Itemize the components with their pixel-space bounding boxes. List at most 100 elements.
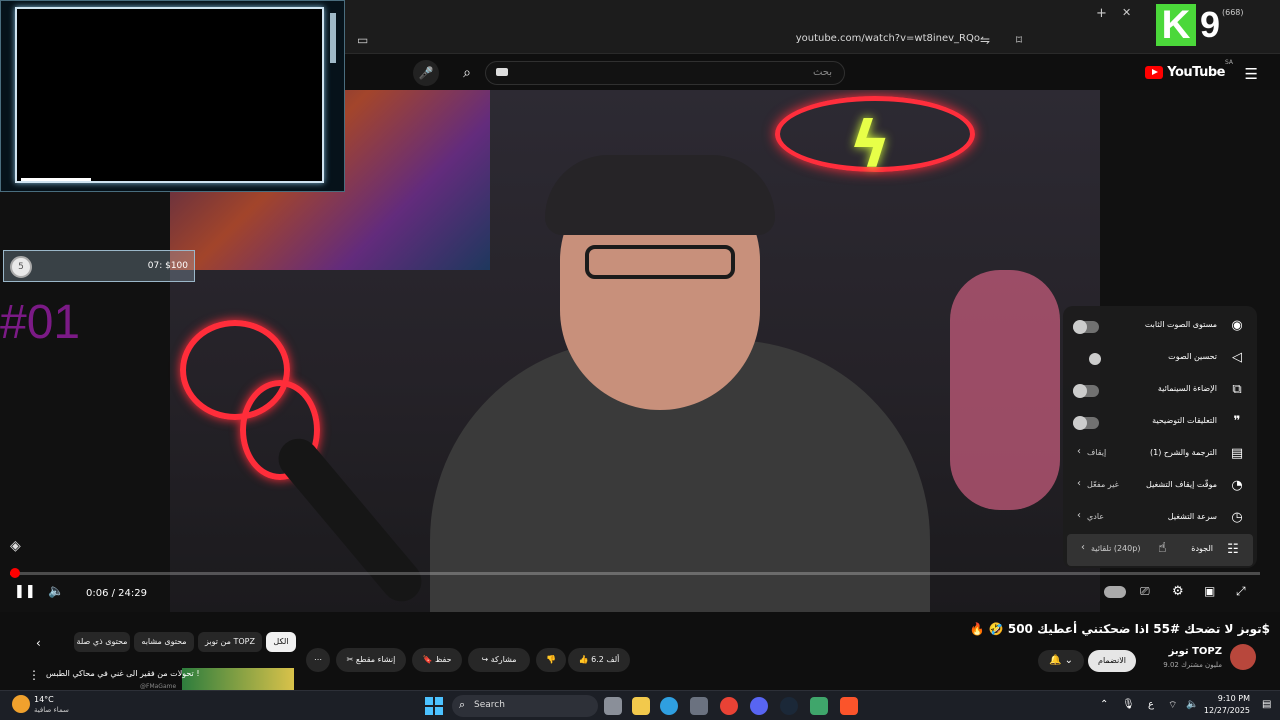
episode-tag: #01 xyxy=(0,296,81,349)
overlay-scroll-decoration xyxy=(330,13,336,63)
mouse-cursor-icon: ☝ xyxy=(1158,540,1167,556)
voice-search-button[interactable]: 🎤 xyxy=(413,60,439,86)
fullscreen-icon[interactable]: ⤢ xyxy=(1236,584,1246,599)
search-placeholder: بحث xyxy=(812,67,832,78)
chevron-left-icon[interactable]: ‹ xyxy=(36,636,41,650)
task-view-icon[interactable] xyxy=(604,697,622,715)
channel-name[interactable]: توبز TOPZ xyxy=(1169,646,1222,657)
address-bar[interactable]: ▭ youtube.com/watch?v=wt8inev_RQo ⇋ ⌑ xyxy=(345,28,1280,54)
notifications-icon[interactable]: ▤ xyxy=(1262,699,1271,710)
recommendation-channel[interactable]: @FMaGame xyxy=(140,683,176,690)
steam-icon[interactable] xyxy=(780,697,798,715)
close-tab-icon[interactable]: ✕ xyxy=(1122,6,1131,19)
setting-subtitles[interactable]: ▤ الترجمة والشرح (1) ‹ إيقاف xyxy=(1063,438,1257,470)
keyboard-icon[interactable] xyxy=(496,68,508,76)
store-icon[interactable] xyxy=(690,697,708,715)
chip-all[interactable]: الكل xyxy=(266,632,296,652)
search-input[interactable]: بحث xyxy=(485,61,845,85)
k9-logo-9: 9 xyxy=(1200,4,1221,45)
setting-sleep-timer[interactable]: ◔ موقّت إيقاف التشغيل ‹ غير مفعّل xyxy=(1063,470,1257,502)
stable-volume-toggle[interactable] xyxy=(1073,320,1099,334)
theater-mode-icon[interactable]: ▣ xyxy=(1204,584,1215,598)
share-icon: ↪ xyxy=(481,655,491,664)
weather-icon[interactable] xyxy=(12,695,30,713)
setting-ambient-mode[interactable]: ⧉ الإضاءة السينمائية xyxy=(1063,374,1257,406)
progress-scrubber[interactable] xyxy=(10,568,20,578)
search-button[interactable]: ⌕ xyxy=(455,61,479,85)
windows-logo-tile xyxy=(425,697,433,705)
notification-bell-button[interactable]: 🔔 ⌄ xyxy=(1038,650,1084,672)
setting-label: الإضاءة السينمائية xyxy=(1157,384,1217,393)
new-tab-icon[interactable]: + xyxy=(1096,6,1107,21)
join-button[interactable]: الانضمام xyxy=(1088,650,1136,672)
pink-figure xyxy=(950,270,1060,510)
screen-cast-icon[interactable]: ▭ xyxy=(357,33,368,47)
volume-icon[interactable]: 🔈 xyxy=(48,584,64,599)
chip-related[interactable]: محتوى ذي صلة xyxy=(74,632,130,652)
show-hidden-icons[interactable]: ⌃ xyxy=(1100,699,1108,710)
taskbar-search[interactable]: ⌕ Search xyxy=(452,695,598,717)
menu-icon[interactable]: ☰ xyxy=(1245,65,1258,83)
setting-playback-speed[interactable]: ◷ سرعة التشغيل ‹ عادي xyxy=(1063,502,1257,534)
chip-from-channel[interactable]: من توبز TOPZ xyxy=(198,632,262,652)
taskbar-date[interactable]: 12/27/2025 xyxy=(1200,706,1250,715)
edge-icon[interactable] xyxy=(660,697,678,715)
person-cap xyxy=(545,155,775,235)
taskbar-time[interactable]: 9:10 PM xyxy=(1210,694,1250,703)
input-language[interactable]: ع xyxy=(1148,699,1154,710)
setting-value: إيقاف xyxy=(1087,448,1107,457)
weather-temperature[interactable]: 14°C xyxy=(34,695,54,704)
stream-goal-overlay: 5 07: $100 xyxy=(3,250,195,282)
start-button[interactable] xyxy=(425,697,443,715)
more-actions-button[interactable]: ⋯ xyxy=(306,648,330,672)
url-text[interactable]: youtube.com/watch?v=wt8inev_RQo xyxy=(796,33,980,44)
pause-icon[interactable]: ❚❚ xyxy=(14,584,36,599)
search-icon: ⌕ xyxy=(463,65,471,81)
bookmark-icon[interactable]: ⌑ xyxy=(1016,33,1022,47)
ambient-mode-toggle[interactable] xyxy=(1073,384,1099,398)
discord-icon[interactable] xyxy=(750,697,768,715)
weather-description[interactable]: سماء صافية xyxy=(34,706,69,714)
chrome-icon[interactable] xyxy=(720,697,738,715)
chip-similar[interactable]: محتوى مشابه xyxy=(134,632,194,652)
more-options-icon[interactable]: ⋮ xyxy=(28,668,40,682)
setting-annotations[interactable]: ❞ التعليقات التوضيحية xyxy=(1063,406,1257,438)
like-icon: 👍 xyxy=(578,655,592,664)
progress-bar[interactable] xyxy=(10,568,1260,578)
volume-tray-icon[interactable]: 🔈 xyxy=(1186,699,1198,710)
setting-stable-volume[interactable]: ◉ مستوى الصوت الثابت xyxy=(1063,310,1257,342)
autoplay-toggle[interactable] xyxy=(1104,586,1126,598)
subtitles-icon[interactable]: ⎚ xyxy=(1140,584,1150,599)
setting-label: الترجمة والشرح (1) xyxy=(1149,448,1217,457)
site-settings-icon[interactable]: ⇋ xyxy=(980,33,990,47)
youtube-logo[interactable]: YouTube SA xyxy=(1145,59,1233,80)
microphone-tray-icon[interactable]: 🎙 xyxy=(1122,699,1135,710)
voice-boost-toggle[interactable] xyxy=(1073,353,1101,365)
setting-label: مستوى الصوت الثابت xyxy=(1144,320,1217,329)
save-button[interactable]: 🔖 حفظ xyxy=(412,648,462,672)
windows-taskbar: 14°C سماء صافية ⌕ Search ⌃ 🎙 ع ⌔ 🔈 9:10 … xyxy=(0,690,1280,720)
clip-button[interactable]: ✂ إنشاء مقطع xyxy=(336,648,406,672)
file-explorer-icon[interactable] xyxy=(632,697,650,715)
annotations-toggle[interactable] xyxy=(1073,416,1099,430)
time-display: 0:06 / 24:29 xyxy=(86,588,148,599)
webcam-area xyxy=(15,7,324,183)
setting-value: تلقائية (240p) xyxy=(1091,544,1141,553)
related-chips: الكل من توبز TOPZ محتوى مشابه محتوى ذي ص… xyxy=(74,632,296,652)
search-icon: ⌕ xyxy=(459,698,466,711)
channel-avatar[interactable] xyxy=(1230,644,1256,670)
like-button[interactable]: 👍 6.2 ألف xyxy=(568,648,630,672)
app-icon[interactable] xyxy=(810,697,828,715)
settings-gear-icon[interactable]: ⚙ xyxy=(1172,584,1184,599)
setting-voice-boost[interactable]: ◁ تحسين الصوت xyxy=(1063,342,1257,374)
dislike-button[interactable]: 👎 xyxy=(536,648,566,672)
setting-label: الجودة xyxy=(1191,544,1213,553)
brave-icon[interactable] xyxy=(840,697,858,715)
share-button[interactable]: ↪ مشاركة xyxy=(468,648,530,672)
stable-volume-icon: ◉ xyxy=(1231,318,1243,333)
recommendation-title[interactable]: تحولات من فقير الى غني في محاكي الطبس ! xyxy=(46,669,200,678)
wifi-icon[interactable]: ⌔ xyxy=(1168,699,1177,712)
clip-label: إنشاء مقطع xyxy=(355,655,396,664)
goal-text: 07: $100 xyxy=(147,261,188,271)
coin-icon: 5 xyxy=(10,256,32,278)
